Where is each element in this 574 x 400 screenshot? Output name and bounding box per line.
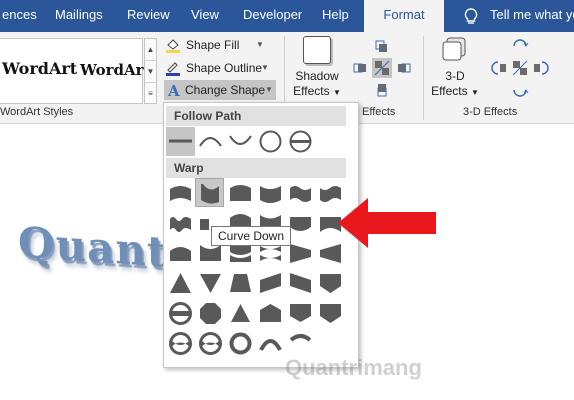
warp-circle-thick[interactable] [226, 329, 255, 358]
change-shape-label: Change Shape [185, 83, 266, 97]
wordart-styles-gallery[interactable]: WordArt WordArt [0, 38, 151, 104]
tilt-left-icon[interactable] [488, 58, 508, 78]
chevron-down-icon: ▼ [256, 40, 264, 49]
3d-cube-icon [441, 36, 469, 64]
nudge-shadow-down-icon[interactable] [372, 80, 392, 100]
gallery-down-icon[interactable]: ▼ [145, 61, 156, 83]
warp-chevron-down[interactable] [286, 299, 315, 328]
warp-arc-thick[interactable] [256, 329, 285, 358]
3d-effects-button[interactable]: 3-D Effects ▼ [429, 36, 481, 100]
shape-plain-text[interactable] [166, 127, 195, 156]
warp-triangle[interactable] [166, 269, 195, 298]
svg-text:A: A [167, 82, 180, 98]
warp-triangle-inverted[interactable] [196, 269, 225, 298]
tab-help[interactable]: Help [322, 0, 349, 32]
chevron-down-icon: ▼ [265, 85, 273, 94]
tab-review[interactable]: Review [127, 0, 170, 32]
warp-curve-up[interactable] [226, 179, 255, 208]
tab-references[interactable]: ences [2, 0, 37, 32]
gallery-up-icon[interactable]: ▲ [145, 39, 156, 61]
tell-me-label: Tell me what you [490, 7, 574, 22]
shape-circle[interactable] [256, 127, 285, 156]
tooltip-curve-down: Curve Down [211, 226, 292, 246]
shadow-on-off-icon[interactable] [372, 58, 392, 78]
paint-bucket-icon [166, 39, 180, 53]
tab-mailings[interactable]: Mailings [55, 0, 103, 32]
warp-slant-up[interactable] [256, 269, 285, 298]
shadow-effects-button[interactable]: Shadow Effects ▼ [290, 36, 344, 100]
3d-effects-group-label: 3-D Effects [463, 106, 518, 118]
wordart-sample-2[interactable]: WordArt [80, 61, 151, 79]
3d-on-off-icon[interactable] [510, 58, 530, 78]
ribbon-separator [423, 36, 424, 120]
shape-outline-label: Shape Outline [186, 61, 263, 75]
pen-outline-icon [166, 62, 180, 76]
nudge-shadow-right-icon[interactable] [394, 58, 414, 78]
3d-effects-label-2: Effects ▼ [431, 84, 479, 98]
shape-outline-button[interactable]: Shape Outline ▼ [165, 58, 275, 78]
shape-button[interactable] [286, 127, 315, 156]
shadow-effects-group-label: Effects [362, 106, 396, 118]
ribbon-tab-bar: ences Mailings Review View Developer Hel… [0, 0, 574, 32]
shape-arch-down[interactable] [226, 127, 255, 156]
warp-inflate-top[interactable] [166, 239, 195, 268]
warp-octagon[interactable] [196, 299, 225, 328]
tilt-right-icon[interactable] [532, 58, 552, 78]
change-shape-button[interactable]: A Change Shape ▼ [164, 80, 276, 100]
follow-path-header: Follow Path [166, 106, 346, 126]
tab-view[interactable]: View [191, 0, 219, 32]
gallery-more-icon[interactable]: ≡ [145, 83, 156, 105]
warp-fade-up[interactable] [226, 269, 255, 298]
text-effect-a-icon: A [167, 82, 180, 98]
shadow-effects-label-1: Shadow [295, 69, 339, 83]
shape-fill-button[interactable]: Shape Fill ▼ [165, 35, 275, 55]
warp-slant-down[interactable] [286, 269, 315, 298]
nudge-shadow-up-icon[interactable] [372, 36, 392, 56]
watermark: Quantrimang [285, 355, 422, 380]
warp-curve-down[interactable] [195, 178, 224, 207]
word-window: ences Mailings Review View Developer Hel… [0, 0, 574, 400]
shape-arch[interactable] [196, 127, 225, 156]
warp-ring-inside[interactable] [316, 299, 345, 328]
gallery-scroll[interactable]: ▲ ▼ ≡ [144, 38, 157, 104]
warp-can-up[interactable] [256, 179, 285, 208]
warp-cascade[interactable] [316, 269, 345, 298]
warp-header: Warp [166, 158, 346, 178]
warp-arc-thick-down[interactable] [286, 329, 315, 358]
warp-wave-1[interactable] [286, 179, 315, 208]
tilt-up-icon[interactable] [510, 36, 530, 56]
warp-ring-outside[interactable] [196, 329, 225, 358]
chevron-down-icon: ▼ [261, 63, 269, 72]
tab-format[interactable]: Format [364, 0, 444, 32]
warp-button-pour[interactable] [166, 329, 195, 358]
tilt-down-icon[interactable] [510, 80, 530, 100]
nudge-shadow-left-icon[interactable] [350, 58, 370, 78]
3d-effects-label-1: 3-D [445, 69, 465, 83]
tab-developer[interactable]: Developer [243, 0, 302, 32]
wordart-styles-group-label: WordArt Styles [0, 106, 74, 118]
warp-triangle-small[interactable] [226, 299, 255, 328]
lightbulb-icon [464, 8, 478, 24]
shape-fill-label: Shape Fill [186, 38, 240, 52]
warp-chevron-up[interactable] [256, 299, 285, 328]
red-arrow-icon [338, 198, 436, 248]
warp-circle-lines[interactable] [166, 299, 195, 328]
shadow-square-icon [303, 36, 331, 64]
wordart-sample-1[interactable]: WordArt [2, 59, 77, 78]
warp-double-wave-1[interactable] [166, 209, 195, 238]
shadow-effects-label-2: Effects ▼ [293, 84, 341, 98]
warp-triangle-up[interactable] [166, 179, 195, 208]
